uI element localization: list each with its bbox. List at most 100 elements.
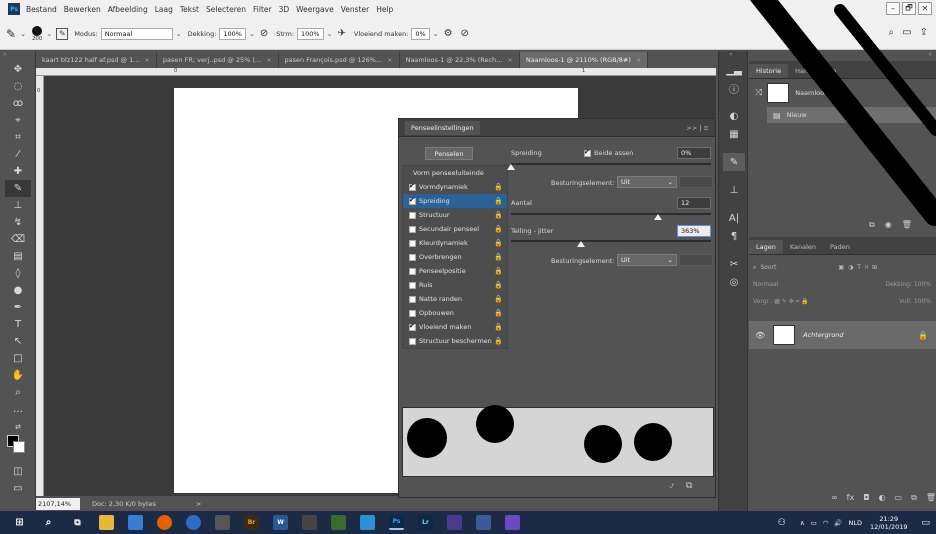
brush-setting-item[interactable]: Vorm penseeluiteinde (403, 166, 507, 180)
menu-weergave[interactable]: Weergave (296, 5, 334, 14)
marquee-tool-icon[interactable]: ◌ (5, 78, 31, 95)
app-icon[interactable] (505, 515, 520, 530)
volume-icon[interactable]: 🔊 (834, 519, 842, 527)
panel-menu-icon[interactable]: >> | ≡ (686, 124, 709, 132)
app-icon[interactable] (331, 515, 346, 530)
tab-historie[interactable]: Historie (749, 64, 789, 78)
people-icon[interactable]: ⚇ (778, 518, 786, 528)
vloeiend-field[interactable]: 0% (411, 27, 430, 40)
collapse-icon[interactable]: « (719, 51, 747, 61)
histogram-icon[interactable]: ▁▃ (723, 61, 745, 79)
trash-icon[interactable]: 🗑 (926, 493, 936, 503)
crop-tool-icon[interactable]: ⌗ (5, 129, 31, 146)
menu-laag[interactable]: Laag (155, 5, 173, 14)
brush-setting-item[interactable]: Overbrengen 🔒 (403, 250, 507, 264)
lock-icon[interactable]: 🔒 (494, 197, 503, 205)
layer-kind-select[interactable]: Soort (760, 264, 804, 271)
tab-handelingen[interactable]: Handelingen (788, 64, 843, 78)
vertical-ruler[interactable]: 0 (36, 76, 44, 496)
info-icon[interactable]: ⓘ (723, 79, 745, 97)
pressure-opacity-icon[interactable]: ⊘ (260, 28, 268, 39)
more-tools-icon[interactable]: … (5, 401, 31, 418)
menu-venster[interactable]: Venster (341, 5, 369, 14)
zoom-level-field[interactable]: 2107,14% (36, 498, 80, 510)
store-icon[interactable] (128, 515, 143, 530)
checkbox-icon[interactable] (409, 182, 416, 191)
healing-tool-icon[interactable]: ✚ (5, 163, 31, 180)
tab-lagen[interactable]: Lagen (749, 240, 783, 254)
brush-setting-item[interactable]: Penseelpositie 🔒 (403, 264, 507, 278)
word-icon[interactable]: W (273, 515, 288, 530)
opacity-field[interactable]: 100% (914, 281, 931, 288)
blend-mode-select[interactable]: Normaal (753, 281, 778, 288)
bridge-icon[interactable]: Br (244, 515, 259, 530)
app-icon[interactable] (215, 515, 230, 530)
fill-field[interactable]: 100% (914, 298, 931, 305)
besturingselement-select[interactable]: Uit ⌄ (617, 176, 677, 188)
tab-document[interactable]: pasen François.psd @ 126%... × (278, 52, 400, 68)
collapse-icon[interactable]: » (0, 51, 35, 61)
menu-tekst[interactable]: Tekst (180, 5, 199, 14)
color-swatches[interactable] (5, 435, 31, 457)
checkbox-icon[interactable] (409, 211, 416, 219)
checkbox-icon[interactable] (584, 148, 591, 157)
gradient-tool-icon[interactable]: ▤ (5, 248, 31, 265)
tools-preset-icon[interactable]: ✂ (723, 255, 745, 273)
chevron-down-icon[interactable]: ⌄ (20, 30, 26, 38)
chevron-down-icon[interactable]: ⌄ (46, 30, 52, 38)
new-document-from-state-icon[interactable]: ⧉ (869, 220, 875, 230)
firefox-icon[interactable] (157, 515, 172, 530)
checkbox-icon[interactable] (409, 295, 416, 303)
aantal-field[interactable]: 12 (677, 197, 711, 209)
brush-setting-item[interactable]: Structuur 🔒 (403, 208, 507, 222)
filter-icons[interactable]: ▣◑T⌑⊞ (838, 264, 881, 271)
brush-panel-toggle-icon[interactable]: ✎ (56, 27, 69, 40)
checkbox-icon[interactable] (409, 322, 416, 331)
modus-select[interactable]: Normaal (100, 27, 173, 40)
close-icon[interactable]: × (144, 56, 149, 64)
file-explorer-icon[interactable] (99, 515, 114, 530)
airbrush-icon[interactable]: ✈ (337, 28, 345, 39)
quick-select-tool-icon[interactable]: ⌖ (5, 112, 31, 129)
clock[interactable]: 21:29 12/01/2019 (870, 515, 907, 531)
swatches-icon[interactable]: ▦ (723, 125, 745, 143)
brush-setting-item[interactable]: Vloeiend maken 🔒 (403, 320, 507, 334)
clone-source-icon[interactable]: ⊥ (723, 181, 745, 199)
photoshop-icon[interactable]: Ps (389, 515, 404, 530)
brush-settings-icon[interactable]: ✎ (723, 153, 745, 171)
lock-icon[interactable]: 🔒 (494, 337, 503, 345)
dekking-field[interactable]: 100% (219, 27, 246, 40)
brush-setting-item[interactable]: Structuur beschermen 🔒 (403, 334, 507, 348)
brush-setting-item[interactable]: Natte randen 🔒 (403, 292, 507, 306)
penselen-button[interactable]: Penselen (425, 147, 473, 160)
eyedropper-tool-icon[interactable]: ⁄ (5, 146, 31, 163)
menu-bestand[interactable]: Bestand (26, 5, 57, 14)
search-icon[interactable]: ⌕ (889, 27, 895, 38)
zoom-tool-icon[interactable]: ⌕ (5, 384, 31, 401)
eye-icon[interactable]: 👁 (755, 331, 765, 340)
brush-preset-picker[interactable]: 200 (32, 25, 42, 42)
tab-kanalen[interactable]: Kanalen (783, 240, 823, 254)
path-select-tool-icon[interactable]: ↖ (5, 333, 31, 350)
chevron-down-icon[interactable]: ⌄ (249, 30, 255, 38)
color-icon[interactable]: ◐ (723, 107, 745, 125)
horizontal-ruler[interactable]: 0 1 (36, 68, 716, 76)
chevron-down-icon[interactable]: ⌄ (176, 30, 182, 38)
close-icon[interactable]: × (266, 56, 271, 64)
lock-icon[interactable]: 🔒 (494, 295, 503, 303)
aantal-slider-thumb[interactable] (654, 214, 662, 220)
telling-slider-track[interactable] (511, 240, 711, 242)
brush-tool-icon[interactable]: ✎ (6, 27, 16, 41)
menu-afbeelding[interactable]: Afbeelding (108, 5, 148, 14)
lightroom-icon[interactable]: Lr (418, 515, 433, 530)
app-icon[interactable] (302, 515, 317, 530)
lock-icons[interactable]: ▦ ✎ ✥ ⌗ 🔒 (774, 298, 808, 305)
brush-setting-item[interactable]: Vormdynamiek 🔒 (403, 180, 507, 194)
minimize-button[interactable]: – (886, 2, 900, 15)
hand-tool-icon[interactable]: ✋ (5, 367, 31, 384)
pressure-size-icon[interactable]: ⊘ (461, 28, 469, 39)
lock-icon[interactable]: 🔒 (494, 225, 503, 233)
chevron-down-icon[interactable]: ⌄ (433, 30, 439, 38)
checkbox-icon[interactable] (409, 253, 416, 261)
menu-bewerken[interactable]: Bewerken (64, 5, 101, 14)
